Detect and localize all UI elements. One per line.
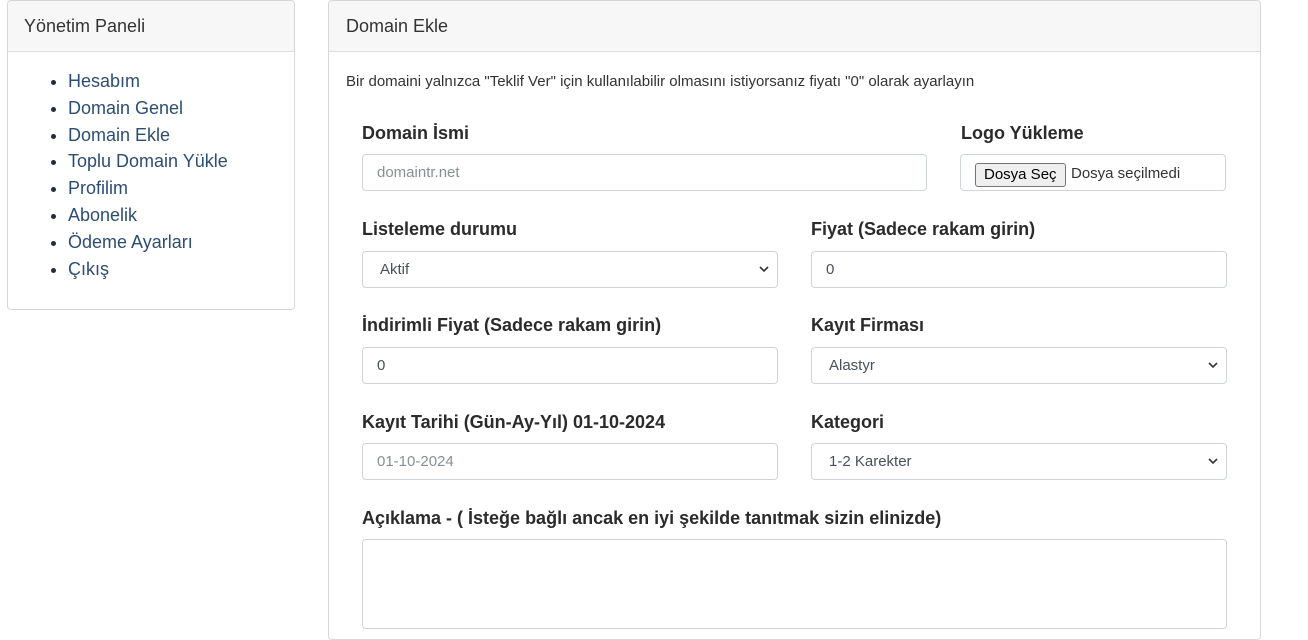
price-input[interactable] [811,251,1227,288]
chevron-down-icon [1208,362,1218,369]
chevron-down-icon [759,266,769,273]
price-hint-text: Bir domaini yalnızca "Teklif Ver" için k… [346,73,975,90]
sidebar-item-account: Hesabım [68,68,294,95]
add-domain-panel: Domain Ekle Bir domaini yalnızca "Teklif… [328,0,1261,640]
sidebar-item-subscription: Abonelik [68,202,294,229]
logo-file-input: Dosya Seç Dosya seçilmedi [960,154,1226,191]
sidebar-item-logout: Çıkış [68,256,294,283]
registrar-select[interactable]: Alastyr [811,347,1227,384]
chevron-down-icon [1208,458,1218,465]
domain-name-label: Domain İsmi [362,123,470,143]
sidebar-link-subscription[interactable]: Abonelik [68,205,137,225]
sidebar-item-bulk-upload: Toplu Domain Yükle [68,148,294,175]
registrar-value: Alastyr [829,357,875,374]
price-label: Fiyat (Sadece rakam girin) [811,219,1036,239]
sidebar-link-profile[interactable]: Profilim [68,178,128,198]
category-value: 1-2 Karekter [829,453,912,470]
registration-date-label: Kayıt Tarihi (Gün-Ay-Yıl) 01-10-2024 [362,412,666,432]
sidebar-link-logout[interactable]: Çıkış [68,259,109,279]
registration-date-input[interactable] [362,443,778,480]
logo-upload-label: Logo Yükleme [961,123,1084,143]
sidebar-link-account[interactable]: Hesabım [68,71,140,91]
discount-price-input[interactable] [362,347,778,384]
sidebar-item-add-domain: Domain Ekle [68,122,294,149]
listing-status-value: Aktif [380,261,410,278]
listing-status-select[interactable]: Aktif [362,251,778,288]
sidebar-item-profile: Profilim [68,175,294,202]
listing-status-label: Listeleme durumu [362,219,518,239]
sidebar-link-add-domain[interactable]: Domain Ekle [68,125,170,145]
description-label: Açıklama - ( İsteğe bağlı ancak en iyi ş… [362,508,942,528]
choose-file-button[interactable]: Dosya Seç [975,163,1066,187]
sidebar-nav: Hesabım Domain Genel Domain Ekle Toplu D… [8,68,294,282]
file-status-text: Dosya seçilmedi [1071,165,1181,182]
category-select[interactable]: 1-2 Karekter [811,443,1227,480]
description-textarea[interactable] [362,539,1227,629]
sidebar-panel: Yönetim Paneli Hesabım Domain Genel Doma… [7,0,295,310]
page-title: Domain Ekle [329,1,1260,52]
registrar-label: Kayıt Firması [811,315,925,335]
sidebar-title: Yönetim Paneli [8,1,294,52]
sidebar-link-domain-general[interactable]: Domain Genel [68,98,183,118]
sidebar-link-bulk-upload[interactable]: Toplu Domain Yükle [68,151,228,171]
sidebar-item-payment-settings: Ödeme Ayarları [68,229,294,256]
domain-name-input[interactable] [362,154,927,191]
sidebar-link-payment-settings[interactable]: Ödeme Ayarları [68,232,193,252]
category-label: Kategori [811,412,885,432]
discount-price-label: İndirimli Fiyat (Sadece rakam girin) [362,315,662,335]
sidebar-item-domain-general: Domain Genel [68,95,294,122]
